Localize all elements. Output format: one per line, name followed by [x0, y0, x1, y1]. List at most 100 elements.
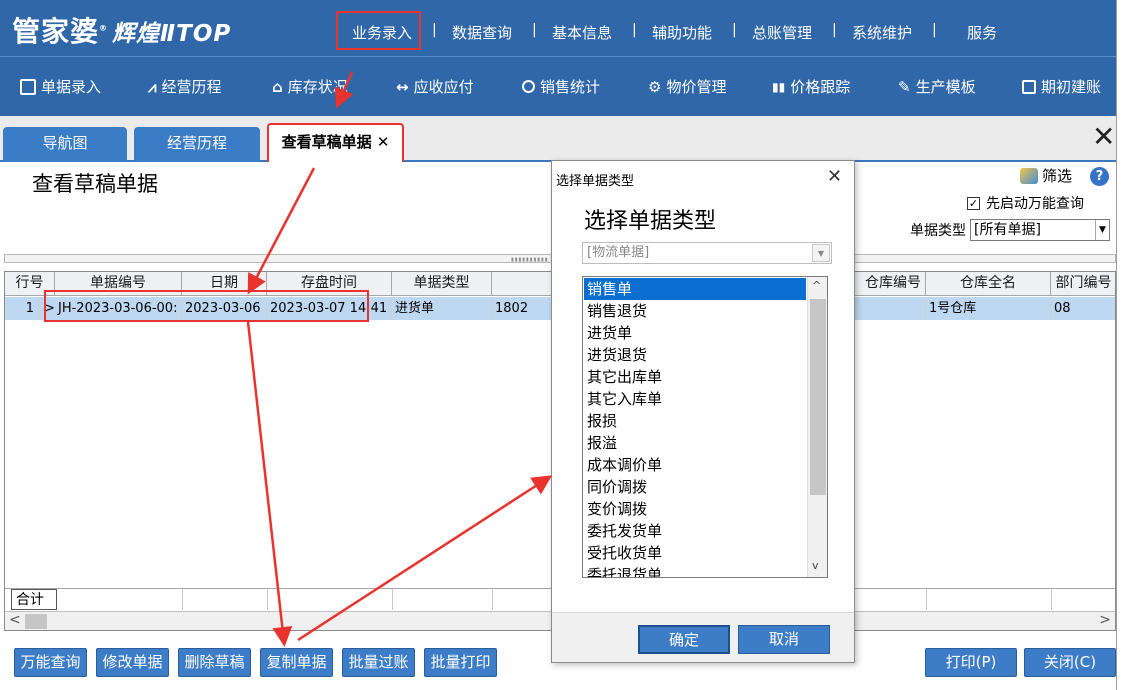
toolbar-label: 应收应付 [413, 78, 474, 96]
ok-button[interactable]: 确定 [638, 625, 730, 654]
bar-chart-icon: ▮▮ [772, 79, 786, 94]
cancel-button[interactable]: 取消 [738, 625, 830, 654]
print-button[interactable]: 打印(P) [925, 648, 1017, 677]
top-menu-service[interactable]: 服务 [967, 22, 997, 43]
list-item[interactable]: 进货单 [584, 322, 806, 344]
cell-date[interactable]: 2023-03-06 [182, 297, 267, 320]
cell-doc-no[interactable]: JH-2023-03-06-00: [55, 297, 182, 320]
toolbar-sales-stats[interactable]: 销售统计 [522, 76, 600, 97]
tab-close-icon[interactable]: ✕ [377, 133, 390, 151]
doctype-label: 单据类型 [910, 223, 966, 239]
title-bar: 管家婆® 辉煌ⅡTOP 业务录入 | 数据查询 | 基本信息 | 辅助功能 | 总… [0, 0, 1126, 56]
column-header-warehouse-name[interactable]: 仓库全名 [926, 272, 1051, 296]
column-header-doc-type[interactable]: 单据类型 [392, 272, 492, 296]
doctype-select[interactable]: [所有单据] ▼ [970, 219, 1110, 241]
toolbar-receivable-payable[interactable]: ↔ 应收应付 [396, 76, 474, 97]
tab-business-history[interactable]: 经营历程 [134, 127, 260, 162]
window-close-icon[interactable]: ✕ [1092, 120, 1115, 153]
close-button[interactable]: 关闭(C) [1024, 648, 1116, 677]
column-header-dept-no[interactable]: 部门编号 [1051, 272, 1115, 296]
list-item[interactable]: 成本调价单 [584, 454, 806, 476]
list-item[interactable]: 委托发货单 [584, 520, 806, 542]
list-item[interactable]: 委托退货单 [584, 564, 806, 577]
column-header-date[interactable]: 日期 [182, 272, 267, 296]
scroll-down-icon[interactable]: v [812, 559, 819, 572]
top-menu-ledger[interactable]: 总账管理 [752, 22, 812, 43]
list-item[interactable]: 报损 [584, 410, 806, 432]
scroll-thumb[interactable] [810, 299, 826, 495]
toolbar-production-template[interactable]: ✎ 生产模板 [898, 76, 976, 97]
top-menu-separator: | [932, 22, 937, 38]
top-menu-system-maintenance[interactable]: 系统维护 [852, 22, 912, 43]
top-menu-basic-info[interactable]: 基本信息 [552, 22, 612, 43]
column-header-warehouse-no[interactable]: 仓库编号 [852, 272, 926, 296]
edit-doc-button[interactable]: 修改单据 [96, 648, 169, 677]
toolbar: 单据录入 ⩘ 经营历程 ⌂ 库存状况 ↔ 应收应付 销售统计 ⚙ 物价管理 ▮▮ 价格跟踪… [0, 56, 1116, 116]
summary-divider [492, 589, 493, 610]
list-item[interactable]: 同价调拨 [584, 476, 806, 498]
copy-doc-button[interactable]: 复制单据 [260, 648, 333, 677]
dialog-close-icon[interactable]: ✕ [827, 166, 842, 187]
splitter-grip-icon: ▮▮▮▮▮▮▮▮▮▮ [511, 257, 549, 263]
list-item[interactable]: 销售单 [584, 278, 806, 300]
scroll-thumb[interactable] [25, 614, 47, 629]
gear-icon: ⚙ [648, 77, 662, 96]
list-item[interactable]: 报溢 [584, 432, 806, 454]
scroll-left-icon[interactable]: < [9, 612, 21, 628]
summary-divider [926, 589, 927, 610]
auto-query-checkbox-row[interactable]: ✓ 先启动万能查询 [967, 193, 1084, 213]
list-item[interactable]: 变价调拨 [584, 498, 806, 520]
toolbar-stock-status[interactable]: ⌂ 库存状况 [272, 76, 348, 97]
tab-navigation-map[interactable]: 导航图 [3, 127, 127, 162]
toolbar-label: 价格跟踪 [790, 78, 851, 96]
cell-warehouse-name[interactable]: 1号仓库 [926, 297, 1051, 320]
batch-print-button[interactable]: 批量打印 [424, 648, 497, 677]
top-menu-separator: | [432, 22, 437, 38]
cell-dept-no[interactable]: 08 [1051, 297, 1115, 320]
exchange-arrows-icon: ↔ [396, 77, 409, 96]
page-title: 查看草稿单据 [32, 172, 158, 196]
annotation-highlight-menu [336, 11, 421, 50]
cell-save-time[interactable]: 2023-03-07 14:41 [267, 297, 392, 320]
list-item[interactable]: 销售退货 [584, 300, 806, 322]
list-item[interactable]: 进货退货 [584, 344, 806, 366]
delete-draft-button[interactable]: 删除草稿 [178, 648, 251, 677]
search-icon [522, 80, 535, 93]
window-edge [1116, 0, 1126, 690]
toolbar-business-history[interactable]: ⩘ 经营历程 [148, 76, 221, 97]
column-header-save-time[interactable]: 存盘时间 [267, 272, 392, 296]
auto-query-label: 先启动万能查询 [986, 196, 1084, 212]
summary-label: 合计 [11, 589, 57, 610]
toolbar-price-management[interactable]: ⚙ 物价管理 [648, 76, 726, 97]
document-edit-icon [20, 78, 36, 95]
cell-warehouse-no[interactable] [852, 297, 926, 320]
toolbar-price-tracking[interactable]: ▮▮ 价格跟踪 [772, 76, 850, 97]
toolbar-doc-entry[interactable]: 单据录入 [20, 76, 101, 97]
doc-category-combo[interactable]: [物流单据] ▼ [582, 242, 832, 264]
external-link-icon [1022, 79, 1036, 94]
batch-post-button[interactable]: 批量过账 [342, 648, 415, 677]
universal-query-button[interactable]: 万能查询 [14, 648, 87, 677]
scroll-right-icon[interactable]: > [1099, 612, 1111, 628]
row-marker-icon: > [44, 301, 55, 316]
tab-view-drafts[interactable]: 查看草稿单据 ✕ [267, 123, 404, 162]
column-header-doc-no[interactable]: 单据编号 [55, 272, 182, 296]
top-menu-separator: | [632, 22, 637, 38]
list-item[interactable]: 其它入库单 [584, 388, 806, 410]
cell-doc-type[interactable]: 进货单 [392, 297, 492, 320]
list-item[interactable]: 其它出库单 [584, 366, 806, 388]
doctype-value: [所有单据] [974, 222, 1041, 238]
help-icon[interactable]: ? [1090, 167, 1109, 186]
logo-main: 管家婆 [12, 15, 100, 48]
toolbar-label: 经营历程 [161, 78, 222, 96]
top-menu-aux-functions[interactable]: 辅助功能 [652, 22, 712, 43]
list-item[interactable]: 受托收货单 [584, 542, 806, 564]
toolbar-opening-accounts[interactable]: 期初建账 [1022, 76, 1101, 97]
tab-strip: 导航图 经营历程 查看草稿单据 ✕ [0, 116, 1116, 162]
auto-query-checkbox[interactable]: ✓ [967, 196, 980, 210]
column-header-row-no[interactable]: 行号 [5, 272, 55, 296]
filter-button[interactable]: 筛选 [1020, 165, 1072, 186]
scroll-up-icon[interactable]: ^ [812, 279, 821, 292]
top-menu-data-query[interactable]: 数据查询 [452, 22, 512, 43]
vertical-scrollbar[interactable]: ^ v [807, 277, 827, 577]
